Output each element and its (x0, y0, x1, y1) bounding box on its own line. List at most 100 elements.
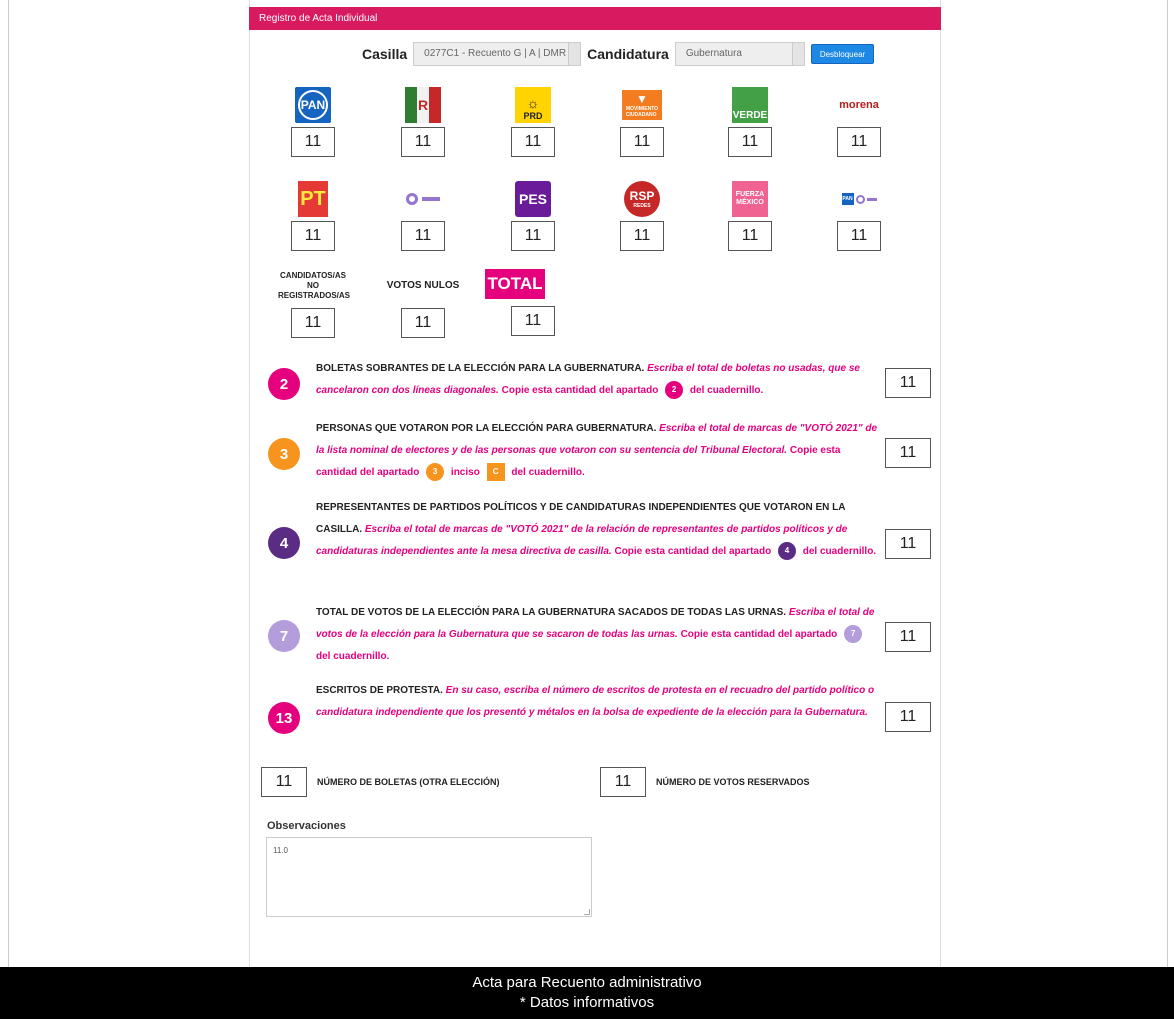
section-2-copy: Copie esta cantidad del apartado (501, 385, 659, 396)
party-pan: PAN 11 (283, 87, 343, 157)
section-7-title: TOTAL DE VOTOS DE LA ELECCIÓN PARA LA GU… (316, 607, 787, 618)
coalition-logo-icon: PAN (829, 181, 889, 217)
section-2-title: BOLETAS SOBRANTES DE LA ELECCIÓN PARA LA… (316, 363, 645, 374)
verde-logo-icon: VERDE (720, 87, 780, 123)
fuerza-mexico-logo-icon: FUERZA MÉXICO (720, 181, 780, 217)
vote-input-votos-nulos[interactable]: 11 (401, 308, 445, 338)
section-total-votos-urnas: 7 TOTAL DE VOTOS DE LA ELECCIÓN PARA LA … (268, 602, 931, 672)
vote-input-rsp[interactable]: 11 (620, 221, 664, 251)
vote-input-fuerza-mexico[interactable]: 11 (728, 221, 772, 251)
vote-input-mc[interactable]: 11 (620, 127, 664, 157)
observaciones-value: 11.0 (273, 846, 288, 855)
section-2-tail: del cuadernillo. (689, 385, 764, 396)
observaciones-textarea[interactable]: 11.0 (266, 837, 592, 917)
footer-line-2: * Datos informativos (519, 994, 655, 1011)
footer-banner: Acta para Recuento administrativo * Dato… (0, 967, 1174, 1019)
casilla-select-value: 0277C1 - Recuento G | A | DMR | (424, 48, 572, 59)
vote-input-total[interactable]: 11 (511, 306, 555, 336)
party-fuerza-mexico: FUERZA MÉXICO 11 (720, 181, 780, 251)
vote-input-no-registrados[interactable]: 11 (291, 308, 335, 338)
section-4-copy: Copie esta cantidad del apartado (614, 546, 772, 557)
step-badge-3: 3 (268, 438, 300, 470)
step-badge-2: 2 (268, 368, 300, 400)
selector-row: Casilla 0277C1 - Recuento G | A | DMR | … (362, 41, 875, 67)
resize-grip-icon[interactable] (584, 909, 590, 915)
vote-input-pri[interactable]: 11 (401, 127, 445, 157)
pt-logo-icon: PT (283, 181, 343, 217)
votos-reservados-label: NÚMERO DE VOTOS RESERVADOS (656, 777, 810, 787)
vote-input-prd[interactable]: 11 (511, 127, 555, 157)
casilla-select[interactable]: 0277C1 - Recuento G | A | DMR | (413, 42, 582, 66)
section-escritos-protesta: 13 ESCRITOS DE PROTESTA. En su caso, esc… (268, 680, 931, 750)
candidatura-select[interactable]: Gubernatura (674, 42, 805, 66)
section-3-title: PERSONAS QUE VOTARON POR LA ELECCIÓN PAR… (316, 423, 657, 434)
input-representantes[interactable]: 11 (885, 529, 931, 559)
candidatura-label: Candidatura (587, 46, 669, 62)
casilla-label: Casilla (362, 46, 408, 62)
input-total-votos-urnas[interactable]: 11 (885, 622, 931, 652)
input-personas-votaron[interactable]: 11 (885, 438, 931, 468)
boletas-otra-eleccion-label: NÚMERO DE BOLETAS (OTRA ELECCIÓN) (317, 777, 500, 787)
party-rsp: RSP REDES 11 (612, 181, 672, 251)
party-mc: ▼ MOVIMIENTO CIUDADANO 11 (612, 87, 672, 157)
section-3-inciso: inciso (450, 467, 480, 478)
total-label: TOTAL (485, 269, 545, 299)
votos-reservados-field: 11 NÚMERO DE VOTOS RESERVADOS (600, 767, 810, 797)
step-badge-4: 4 (268, 527, 300, 559)
section-boletas-sobrantes: 2 BOLETAS SOBRANTES DE LA ELECCIÓN PARA … (268, 358, 931, 408)
section-7-tail: del cuadernillo. (316, 651, 390, 662)
step-badge-13: 13 (268, 702, 300, 734)
vote-input-pan[interactable]: 11 (291, 127, 335, 157)
section-personas-votaron: 3 PERSONAS QUE VOTARON POR LA ELECCIÓN P… (268, 418, 931, 488)
observaciones-label: Observaciones (267, 820, 346, 832)
pri-logo-icon: R (393, 87, 453, 123)
party-coalicion: PAN 11 (829, 181, 889, 251)
section-3-mini-badge: 3 (426, 463, 445, 482)
section-3-inciso-letter: C (486, 463, 505, 482)
party-pes: PES 11 (503, 181, 563, 251)
prd-logo-icon: ☼ PRD (503, 87, 563, 123)
footer-line-1: Acta para Recuento administrativo (472, 974, 702, 991)
vote-input-pes[interactable]: 11 (511, 221, 555, 251)
party-prd: ☼ PRD 11 (503, 87, 563, 157)
section-7-copy: Copie esta cantidad del apartado (680, 629, 838, 640)
section-4-mini-badge: 4 (777, 542, 796, 561)
candidatura-select-value: Gubernatura (685, 48, 742, 59)
votos-nulos-label: VOTOS NULOS (386, 280, 460, 291)
candidatura-select-arrow-icon (791, 43, 804, 65)
pan-logo-icon: PAN (283, 87, 343, 123)
vote-input-coalicion[interactable]: 11 (837, 221, 881, 251)
input-votos-reservados[interactable]: 11 (600, 767, 646, 797)
party-morena: morena 11 (829, 87, 889, 157)
vote-input-morena[interactable]: 11 (837, 127, 881, 157)
vote-input-movimiento-progresista[interactable]: 11 (401, 221, 445, 251)
rsp-logo-icon: RSP REDES (612, 181, 672, 217)
unlock-button[interactable]: Desbloquear (810, 44, 875, 64)
party-verde: VERDE 11 (720, 87, 780, 157)
morena-logo-icon: morena (839, 99, 879, 111)
pes-logo-icon: PES (503, 181, 563, 217)
section-13-title: ESCRITOS DE PROTESTA. (316, 685, 443, 696)
panel-header: Registro de Acta Individual (249, 7, 941, 30)
section-representantes: 4 REPRESENTANTES DE PARTIDOS POLÍTICOS Y… (268, 497, 931, 589)
movimiento-progresista-logo-icon (393, 181, 453, 217)
vote-input-verde[interactable]: 11 (728, 127, 772, 157)
section-3-tail: del cuadernillo. (511, 467, 585, 478)
vote-input-pt[interactable]: 11 (291, 221, 335, 251)
total-cell: TOTAL 11 (485, 268, 563, 336)
casilla-select-arrow-icon (568, 43, 581, 65)
input-boletas-otra-eleccion[interactable]: 11 (261, 767, 307, 797)
no-registrados-cell: CANDIDATOS/AS NO REGISTRADOS/AS 11 (278, 268, 351, 338)
input-escritos-protesta[interactable]: 11 (885, 702, 931, 732)
section-7-mini-badge: 7 (844, 625, 863, 644)
step-badge-7: 7 (268, 620, 300, 652)
party-movimiento-progresista: 11 (393, 181, 453, 251)
section-4-tail: del cuadernillo. (802, 546, 877, 557)
boletas-otra-eleccion-field: 11 NÚMERO DE BOLETAS (OTRA ELECCIÓN) (261, 767, 500, 797)
movimiento-ciudadano-logo-icon: ▼ MOVIMIENTO CIUDADANO (612, 87, 672, 123)
party-pri: R 11 (393, 87, 453, 157)
party-pt: PT 11 (283, 181, 343, 251)
no-registrados-label: CANDIDATOS/AS NO REGISTRADOS/AS (278, 271, 351, 300)
votos-nulos-cell: VOTOS NULOS 11 (383, 268, 463, 338)
input-boletas-sobrantes[interactable]: 11 (885, 368, 931, 398)
